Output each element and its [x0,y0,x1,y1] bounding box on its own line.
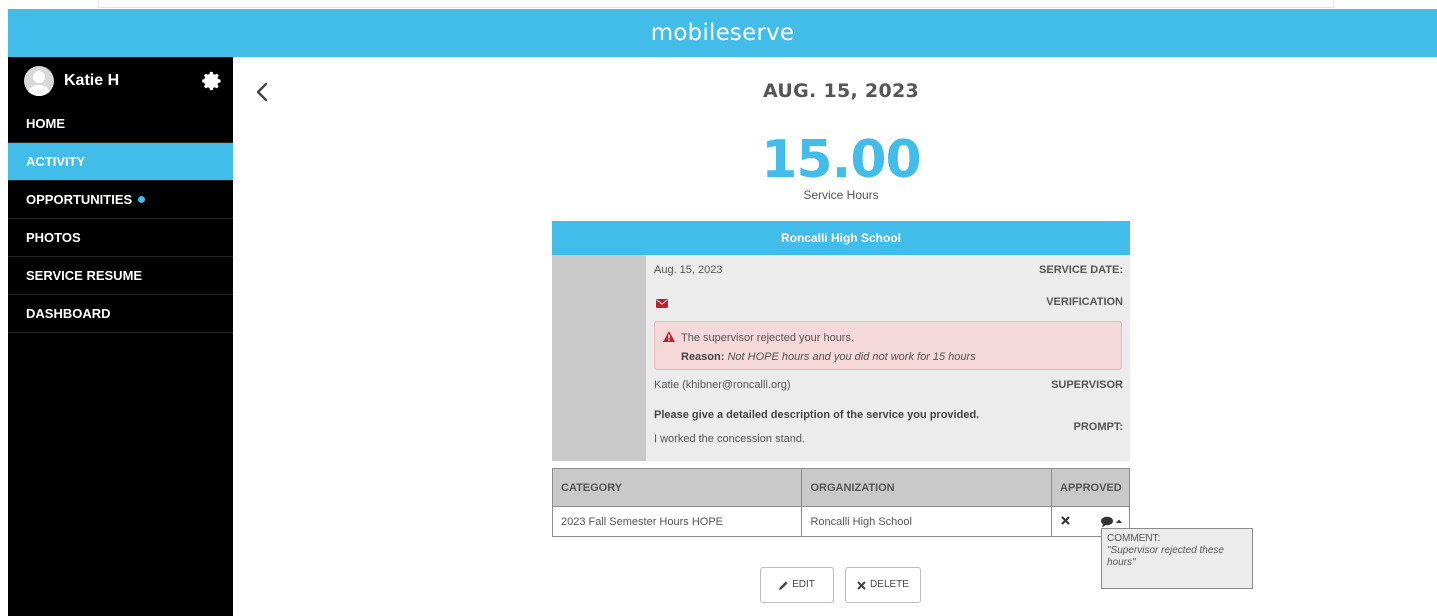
prompt-question: Please give a detailed description of th… [654,409,980,421]
pencil-icon [779,580,788,590]
activity-detail-card: Roncalli High School SERVICE DATE: Aug. … [552,221,1130,461]
column-header-category: CATEGORY [551,468,803,507]
top-strip [98,0,1334,8]
warning-icon [663,331,675,342]
alert-reason: Reason: Not HOPE hours and you did not w… [681,351,976,363]
user-name: Katie H [64,72,120,89]
nav-item-label: OPPORTUNITIES [26,192,133,207]
nav-item-label: HOME [26,116,65,131]
page-title: AUG. 15, 2023 [762,80,920,102]
nav-item-label: SERVICE RESUME [26,268,143,283]
comment-text: "Supervisor rejected these hours" [1107,545,1224,568]
sidebar: Katie H HOME ACTIVITY OPPORTUNITIES PHOT… [8,57,233,616]
chevron-left-icon[interactable] [252,80,272,104]
service-hours-label: Service Hours [803,188,879,202]
nav-item-dashboard[interactable]: DASHBOARD [8,295,233,333]
edit-button-label: EDIT [792,579,815,590]
rejection-alert: The supervisor rejected your hours. Reas… [654,321,1122,370]
delete-button[interactable]: DELETE [845,567,921,603]
column-header-approved: APPROVED [1051,468,1130,507]
category-table: CATEGORY ORGANIZATION APPROVED 2023 Fall… [551,468,1130,537]
service-date-label: SERVICE DATE: [1039,264,1123,276]
organization-header: Roncalli High School [552,221,1130,255]
comment-icon[interactable] [1100,516,1122,528]
avatar [24,66,54,96]
nav-item-label: ACTIVITY [26,154,86,169]
organization-cell: Roncalli High School [801,506,1052,537]
app-title: mobileserve [650,20,795,46]
column-header-organization: ORGANIZATION [801,468,1052,507]
notification-dot [138,196,146,204]
nav-item-service-resume[interactable]: SERVICE RESUME [8,257,233,295]
nav-item-label: PHOTOS [26,230,81,245]
verification-label: VERIFICATION [1046,296,1123,308]
nav-item-photos[interactable]: PHOTOS [8,219,233,257]
nav-item-home[interactable]: HOME [8,105,233,143]
close-icon [857,580,866,590]
label-column [552,255,646,461]
alert-reason-label: Reason: [681,351,725,363]
delete-button-label: DELETE [870,579,909,590]
envelope-icon [656,299,668,308]
table-row: 2023 Fall Semester Hours HOPE Roncalli H… [551,506,1130,537]
nav-item-opportunities[interactable]: OPPORTUNITIES [8,181,233,219]
service-hours-value: 15.00 [761,130,921,190]
category-cell: 2023 Fall Semester Hours HOPE [551,506,803,537]
comment-tooltip: COMMENT: "Supervisor rejected these hour… [1101,528,1253,589]
supervisor-value: Katie (khibner@roncalli.org) [654,379,791,391]
service-date-value: Aug. 15, 2023 [654,264,723,276]
app-header: mobileserve [8,9,1437,57]
table-header-row: CATEGORY ORGANIZATION APPROVED [551,468,1130,507]
comment-label: COMMENT: [1107,533,1161,544]
nav-item-label: DASHBOARD [26,306,111,321]
alert-message: The supervisor rejected your hours. [681,332,855,344]
alert-reason-text: Not HOPE hours and you did not work for … [727,351,976,363]
close-icon [1061,516,1070,525]
prompt-answer: I worked the concession stand. [654,433,806,445]
supervisor-label: SUPERVISOR [1051,379,1123,391]
edit-button[interactable]: EDIT [760,567,834,603]
nav-item-activity[interactable]: ACTIVITY [8,143,233,181]
user-profile[interactable]: Katie H [8,57,233,105]
prompt-label: PROMPT: [1073,421,1124,433]
gear-icon[interactable] [201,70,223,92]
